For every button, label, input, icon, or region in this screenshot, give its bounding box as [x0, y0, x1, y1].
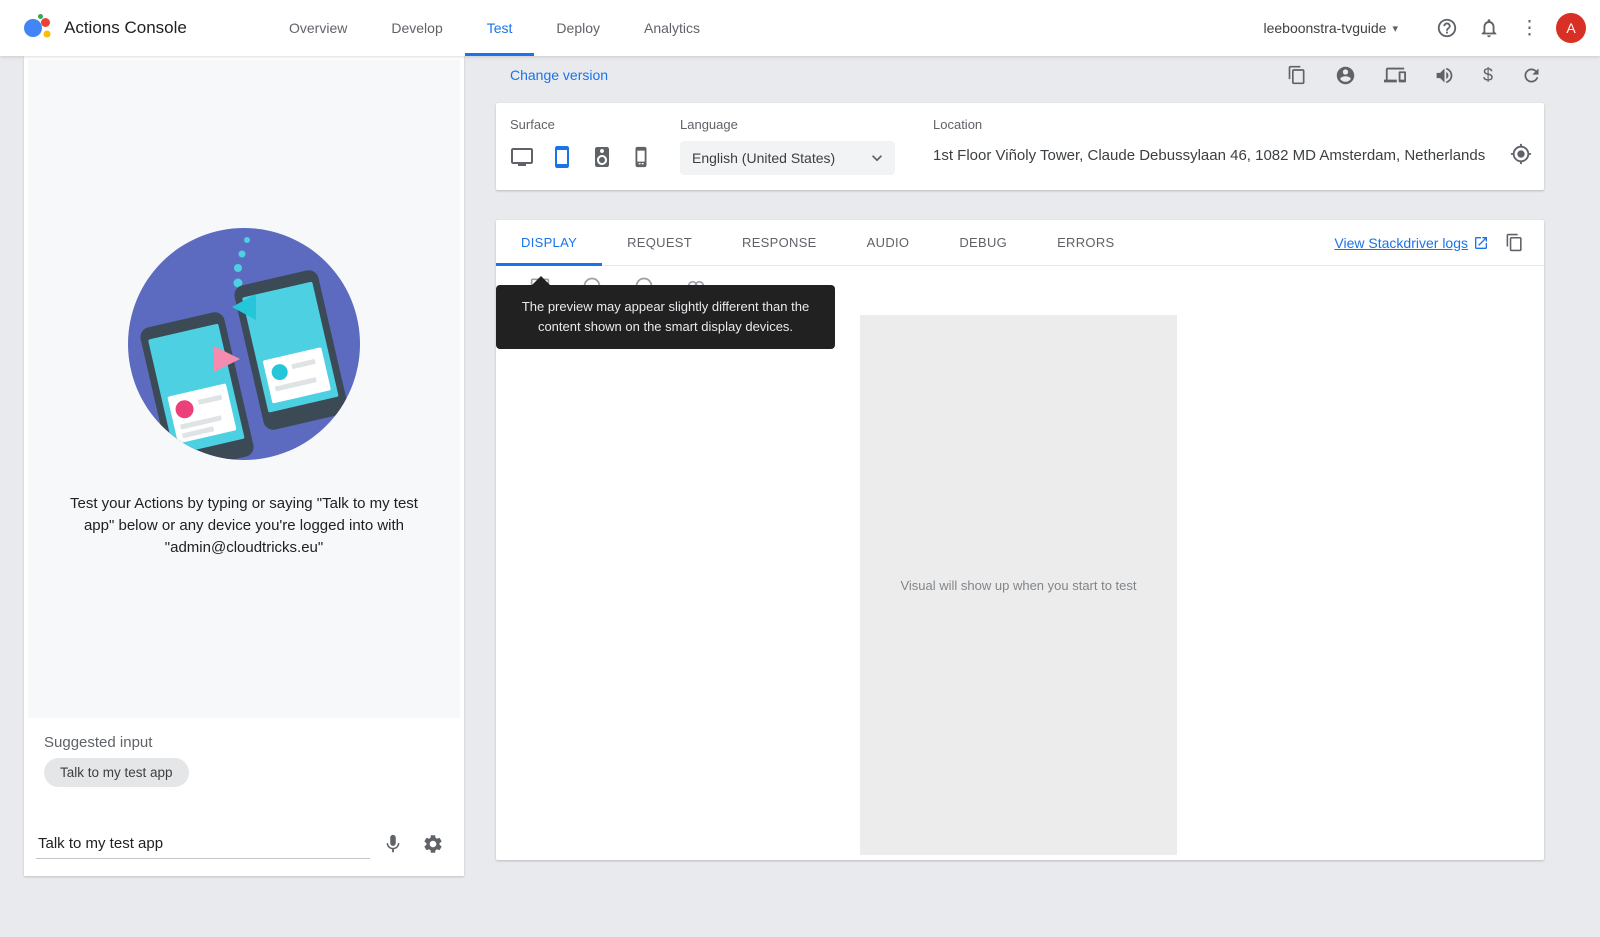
visual-placeholder: Visual will show up when you start to te…	[860, 315, 1177, 855]
app-header: Actions Console Overview Develop Test De…	[0, 0, 1600, 56]
gear-icon[interactable]	[422, 833, 444, 855]
dollar-icon[interactable]: $	[1483, 65, 1493, 86]
simulator-chat-area: Test your Actions by typing or saying "T…	[28, 60, 460, 718]
stackdriver-logs-link[interactable]: View Stackdriver logs	[1334, 235, 1489, 251]
language-value: English (United States)	[692, 150, 867, 166]
refresh-icon[interactable]	[1521, 65, 1542, 86]
app-title: Actions Console	[64, 18, 187, 38]
suggested-input-label: Suggested input	[44, 734, 152, 751]
tab-bar-actions: View Stackdriver logs	[1334, 233, 1524, 252]
tab-request[interactable]: REQUEST	[602, 220, 717, 266]
avatar[interactable]: A	[1556, 13, 1586, 43]
suggestion-chip[interactable]: Talk to my test app	[44, 758, 189, 787]
mic-icon[interactable]	[382, 833, 404, 855]
toolbar-icons: $	[1287, 64, 1542, 86]
output-tab-bar: DISPLAY REQUEST RESPONSE AUDIO DEBUG ERR…	[496, 220, 1544, 266]
settings-card: Surface Language English (United States)…	[496, 103, 1544, 190]
notifications-bell-icon[interactable]	[1478, 17, 1500, 39]
tab-errors[interactable]: ERRORS	[1032, 220, 1139, 266]
nav-item-deploy[interactable]: Deploy	[534, 0, 622, 56]
change-version-link[interactable]: Change version	[510, 67, 608, 83]
tab-audio[interactable]: AUDIO	[842, 220, 935, 266]
simulator-text-input[interactable]	[36, 829, 370, 859]
language-label: Language	[680, 117, 738, 132]
stackdriver-logs-label: View Stackdriver logs	[1334, 235, 1468, 251]
surface-feature-phone-icon[interactable]	[628, 144, 654, 170]
nav-item-overview[interactable]: Overview	[267, 0, 369, 56]
copy-icon[interactable]	[1287, 65, 1307, 85]
copy-output-icon[interactable]	[1505, 233, 1524, 252]
surface-speaker-icon[interactable]	[588, 143, 616, 171]
preview-tooltip: The preview may appear slightly differen…	[496, 285, 835, 349]
workspace-toolbar: Change version $	[496, 56, 1544, 96]
location-label: Location	[933, 117, 982, 132]
tab-debug[interactable]: DEBUG	[934, 220, 1032, 266]
my-location-icon[interactable]	[1510, 143, 1532, 165]
devices-icon[interactable]	[1384, 64, 1406, 86]
nav-item-test[interactable]: Test	[465, 0, 535, 56]
tab-response[interactable]: RESPONSE	[717, 220, 842, 266]
help-icon[interactable]	[1436, 17, 1458, 39]
location-field[interactable]: 1st Floor Viñoly Tower, Claude Debussyla…	[933, 147, 1500, 164]
simulator-input-row	[36, 822, 452, 866]
test-workspace: Change version $ Surface	[496, 56, 1544, 916]
kebab-menu-icon[interactable]: ⋮	[1520, 17, 1536, 40]
project-selector[interactable]: leeboonstra-tvguide ▾	[1263, 20, 1398, 36]
external-link-icon	[1473, 235, 1489, 251]
surface-tv-icon[interactable]	[508, 143, 536, 171]
surface-phone-icon[interactable]	[548, 143, 576, 171]
nav-item-analytics[interactable]: Analytics	[622, 0, 722, 56]
caret-down-icon: ▾	[1392, 22, 1398, 35]
output-card: DISPLAY REQUEST RESPONSE AUDIO DEBUG ERR…	[496, 220, 1544, 860]
language-select[interactable]: English (United States)	[680, 141, 895, 175]
assistant-logo-icon	[20, 13, 54, 48]
test-illustration	[126, 226, 362, 467]
chevron-down-icon	[867, 148, 887, 168]
surface-selector	[508, 143, 654, 171]
account-icon[interactable]	[1335, 65, 1356, 86]
header-right-cluster: leeboonstra-tvguide ▾ ⋮ A	[1263, 0, 1586, 56]
display-content: The preview may appear slightly differen…	[496, 266, 1544, 859]
main-nav: Overview Develop Test Deploy Analytics	[267, 0, 722, 56]
tab-display[interactable]: DISPLAY	[496, 220, 602, 266]
project-name: leeboonstra-tvguide	[1263, 20, 1386, 36]
simulator-panel: Test your Actions by typing or saying "T…	[24, 56, 464, 876]
volume-icon[interactable]	[1434, 65, 1455, 86]
surface-label: Surface	[510, 117, 555, 132]
visual-placeholder-text: Visual will show up when you start to te…	[900, 578, 1136, 593]
nav-item-develop[interactable]: Develop	[369, 0, 464, 56]
simulator-intro-text: Test your Actions by typing or saying "T…	[55, 493, 433, 558]
